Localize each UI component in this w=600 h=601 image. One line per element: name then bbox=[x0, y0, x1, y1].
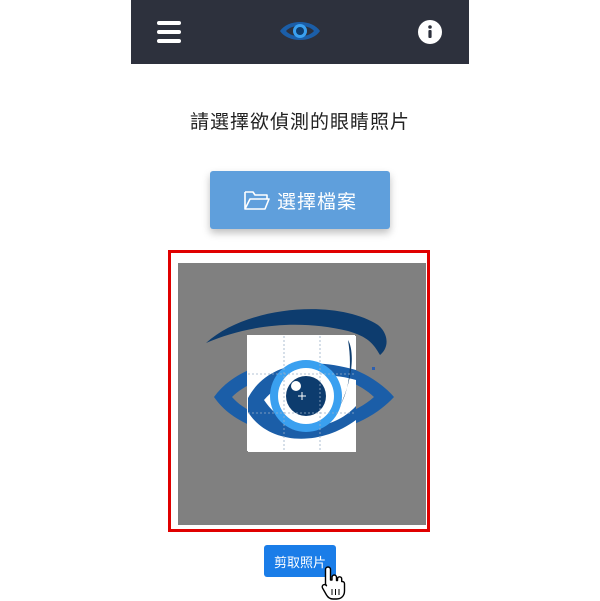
hamburger-menu-icon[interactable] bbox=[157, 20, 181, 44]
photo-preview bbox=[178, 263, 426, 525]
info-icon[interactable] bbox=[418, 20, 442, 44]
folder-icon bbox=[244, 191, 270, 210]
crop-preview-image bbox=[248, 336, 356, 452]
hand-pointer-cursor-icon bbox=[321, 566, 346, 600]
app-screen: 請選擇欲偵測的眼睛照片 選擇檔案 剪取照片 bbox=[131, 0, 469, 600]
top-navigation-bar bbox=[131, 0, 469, 64]
crop-selection-box[interactable] bbox=[247, 335, 375, 452]
choose-file-button[interactable]: 選擇檔案 bbox=[210, 171, 390, 229]
select-photo-prompt: 請選擇欲偵測的眼睛照片 bbox=[189, 111, 410, 133]
photo-crop-frame bbox=[168, 250, 430, 532]
choose-file-label: 選擇檔案 bbox=[276, 190, 357, 213]
crop-resize-handle[interactable] bbox=[372, 367, 375, 370]
eye-logo-icon bbox=[278, 16, 322, 46]
